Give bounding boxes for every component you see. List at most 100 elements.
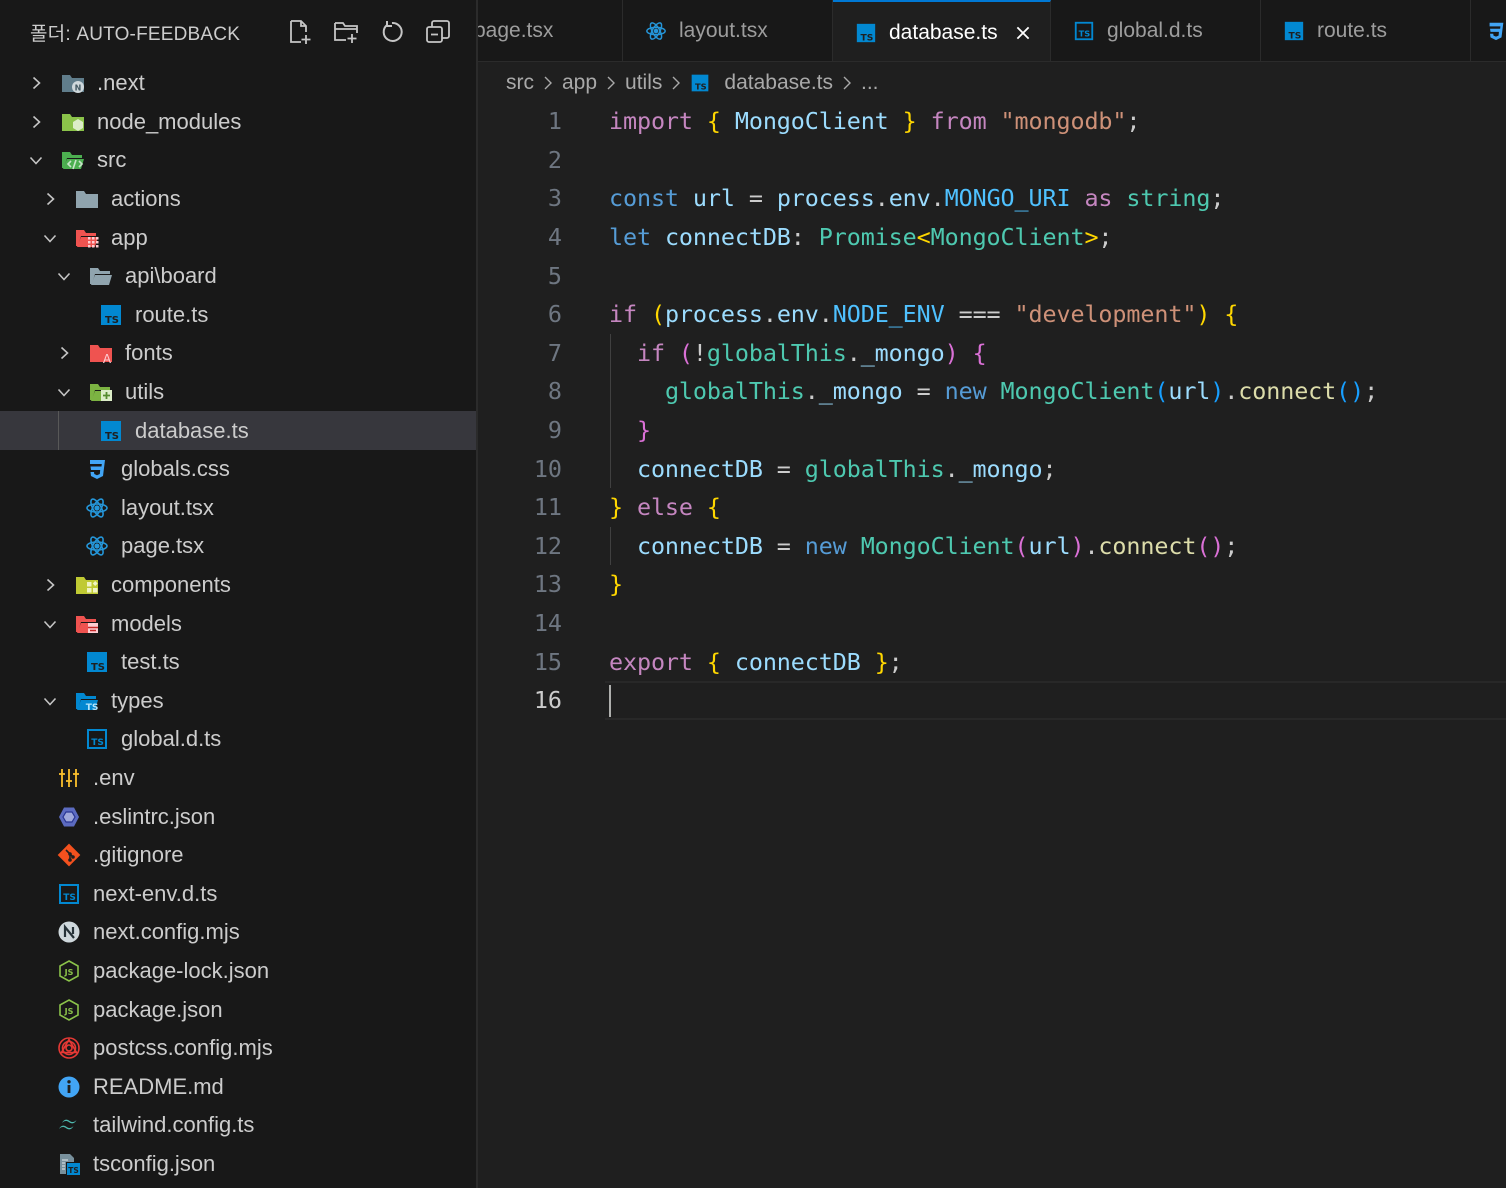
tree-item-label: next-env.d.ts bbox=[93, 880, 218, 906]
expand-folder-toggle[interactable] bbox=[26, 73, 46, 93]
tree-file[interactable]: next.config.mjs bbox=[0, 913, 476, 952]
tree-item-label: page.tsx bbox=[121, 533, 205, 559]
code-token: new bbox=[804, 531, 847, 560]
collapse-folder-toggle[interactable] bbox=[54, 382, 74, 402]
code-token: : bbox=[790, 223, 819, 252]
expand-folder-toggle[interactable] bbox=[40, 189, 60, 209]
code-token: ; bbox=[888, 647, 903, 676]
current-line-highlight bbox=[605, 681, 1506, 720]
code-line[interactable]: 14 bbox=[478, 604, 1506, 643]
text-cursor bbox=[609, 685, 611, 717]
refresh-button[interactable] bbox=[376, 16, 408, 48]
code-token: if bbox=[636, 338, 665, 367]
tree-file[interactable]: .env bbox=[0, 759, 476, 798]
tree-folder[interactable]: utils bbox=[0, 373, 476, 412]
tree-file[interactable]: TS tsconfig.json bbox=[0, 1145, 476, 1184]
tree-folder[interactable]: app bbox=[0, 218, 476, 257]
tree-folder[interactable]: api\board bbox=[0, 257, 476, 296]
code-line[interactable]: 8 globalThis._mongo = new MongoClient(ur… bbox=[478, 372, 1506, 411]
editor-tab[interactable] bbox=[1471, 0, 1506, 61]
code-token: } bbox=[609, 570, 623, 599]
breadcrumb-item[interactable]: src bbox=[506, 71, 534, 95]
code-token: () bbox=[1196, 531, 1225, 560]
editor-tab[interactable]: TS route.ts bbox=[1261, 0, 1471, 61]
line-number: 9 bbox=[547, 416, 562, 445]
tree-file[interactable]: tailwind.config.ts bbox=[0, 1106, 476, 1145]
collapse-folder-toggle[interactable] bbox=[40, 614, 60, 634]
code-line[interactable]: 13} bbox=[478, 565, 1506, 604]
code-editor[interactable]: 1 import { MongoClient } from "mongodb"; 2… bbox=[478, 101, 1506, 1188]
code-line[interactable]: 9 } bbox=[478, 411, 1506, 450]
code-line[interactable]: 16 bbox=[478, 681, 1506, 720]
tree-file[interactable]: .gitignore bbox=[0, 836, 476, 875]
code-line[interactable]: 11} else { bbox=[478, 488, 1506, 527]
tree-file[interactable]: JS package-lock.json bbox=[0, 952, 476, 991]
editor-tab[interactable]: TS global.d.ts bbox=[1051, 0, 1261, 61]
collapse-all-button[interactable] bbox=[422, 16, 454, 48]
breadcrumb-item[interactable]: utils bbox=[625, 71, 662, 95]
tree-folder[interactable]: src bbox=[0, 141, 476, 180]
expand-folder-toggle[interactable] bbox=[26, 112, 46, 132]
tree-item-label: .gitignore bbox=[93, 842, 184, 868]
new-folder-button[interactable] bbox=[330, 16, 362, 48]
indent-guide bbox=[58, 411, 59, 450]
tree-file[interactable]: .eslintrc.json bbox=[0, 797, 476, 836]
collapse-folder-toggle[interactable] bbox=[40, 691, 60, 711]
tree-file[interactable]: globals.css bbox=[0, 450, 476, 489]
breadcrumb-item[interactable]: app bbox=[562, 71, 597, 95]
editor-tab[interactable]: TS database.ts bbox=[833, 0, 1051, 61]
tree-folder[interactable]: components bbox=[0, 566, 476, 605]
git-icon bbox=[56, 843, 82, 867]
tree-item-label: globals.css bbox=[121, 456, 230, 482]
code-line[interactable]: 5 bbox=[478, 256, 1506, 295]
code-line[interactable]: 4 let connectDB: Promise<MongoClient>; bbox=[478, 218, 1506, 257]
code-token: { bbox=[706, 107, 721, 136]
svg-text:TS: TS bbox=[1288, 30, 1301, 41]
collapse-folder-toggle[interactable] bbox=[54, 266, 74, 286]
tree-folder[interactable]: TS types bbox=[0, 682, 476, 721]
tree-file[interactable]: TS next-env.d.ts bbox=[0, 874, 476, 913]
chevron-right-icon bbox=[46, 578, 55, 592]
code-line[interactable]: 7 if (!globalThis._mongo) { bbox=[478, 334, 1506, 373]
breadcrumb-item[interactable]: ... bbox=[861, 71, 879, 95]
chevron-down-icon bbox=[43, 697, 57, 706]
tree-item-label: types bbox=[111, 687, 164, 713]
code-line[interactable]: 15 export { connectDB }; bbox=[478, 642, 1506, 681]
tree-file[interactable]: TS route.ts bbox=[0, 296, 476, 335]
close-tab-button[interactable] bbox=[1012, 22, 1034, 44]
tree-folder[interactable]: node_modules bbox=[0, 103, 476, 142]
tree-file[interactable]: README.md bbox=[0, 1067, 476, 1106]
code-line[interactable]: 10 connectDB = globalThis._mongo; bbox=[478, 449, 1506, 488]
breadcrumb-item[interactable]: TS database.ts bbox=[690, 71, 833, 95]
tree-folder[interactable]: models bbox=[0, 604, 476, 643]
collapse-folder-toggle[interactable] bbox=[26, 150, 46, 170]
tree-folder[interactable]: N .next bbox=[0, 64, 476, 103]
code-token: } bbox=[902, 107, 917, 136]
collapse-folder-toggle[interactable] bbox=[40, 228, 60, 248]
tree-file[interactable]: TS database.ts bbox=[0, 411, 476, 450]
code-line[interactable]: 3 const url = process.env.MONGO_URI as st… bbox=[478, 179, 1506, 218]
refresh-icon bbox=[382, 21, 403, 42]
line-number: 3 bbox=[547, 184, 562, 213]
code-line[interactable]: 2 bbox=[478, 141, 1506, 180]
tree-folder[interactable]: actions bbox=[0, 180, 476, 219]
tree-file[interactable]: TS global.d.ts bbox=[0, 720, 476, 759]
code-token: env bbox=[888, 184, 931, 213]
code-line[interactable]: 6 if (process.env.NODE_ENV === "developme… bbox=[478, 295, 1506, 334]
tree-file[interactable]: page.tsx bbox=[0, 527, 476, 566]
tree-file[interactable]: TS test.ts bbox=[0, 643, 476, 682]
tree-file[interactable]: layout.tsx bbox=[0, 489, 476, 528]
editor-tab[interactable]: layout.tsx bbox=[623, 0, 833, 61]
tree-folder[interactable]: Afonts bbox=[0, 334, 476, 373]
code-token: ( bbox=[1014, 531, 1029, 560]
new-file-button[interactable] bbox=[284, 16, 316, 48]
expand-folder-toggle[interactable] bbox=[54, 343, 74, 363]
tree-file[interactable]: postcss.config.mjs bbox=[0, 1029, 476, 1068]
tab-label: layout.tsx bbox=[679, 19, 768, 42]
expand-folder-toggle[interactable] bbox=[40, 575, 60, 595]
code-line[interactable]: 12 connectDB = new MongoClient(url).conn… bbox=[478, 527, 1506, 566]
editor-tab[interactable]: page.tsx bbox=[478, 0, 623, 61]
explorer-actions bbox=[284, 16, 454, 48]
code-line[interactable]: 1 import { MongoClient } from "mongodb"; bbox=[478, 102, 1506, 141]
tree-file[interactable]: JS package.json bbox=[0, 990, 476, 1029]
